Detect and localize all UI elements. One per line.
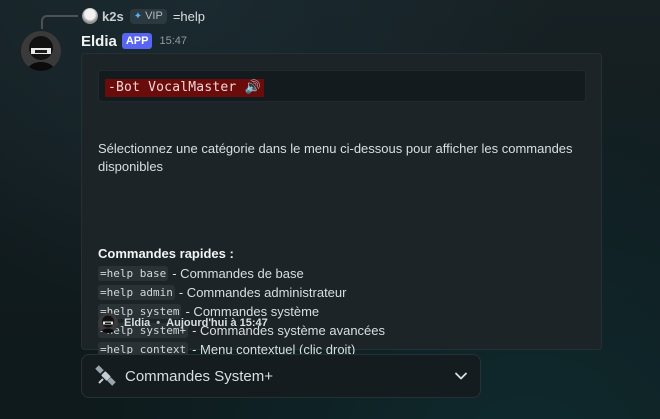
footer-avatar-image <box>98 313 118 333</box>
command-description: - Commandes de base <box>172 266 304 281</box>
embed-footer: Eldia • Aujourd'hui à 15:47 <box>98 313 268 333</box>
chevron-down-icon <box>455 372 467 380</box>
embed-title-codeblock: -Bot VocalMaster 🔊 <box>98 70 586 102</box>
app-badge: APP <box>121 33 153 49</box>
reply-username[interactable]: k2s <box>102 9 124 24</box>
footer-separator: • <box>156 317 161 329</box>
leaf-icon: ✦ <box>133 10 143 22</box>
author-avatar-image <box>21 31 61 71</box>
quick-commands-list: =help base - Commandes de base =help admi… <box>98 264 588 359</box>
author-username[interactable]: Eldia <box>81 33 117 50</box>
select-menu-value: Commandes System+ <box>125 367 273 385</box>
help-embed: -Bot VocalMaster 🔊 Sélectionnez une caté… <box>81 53 602 357</box>
reply-message[interactable]: =help <box>173 9 205 24</box>
footer-avatar <box>98 313 118 333</box>
vip-role-badge[interactable]: ✦ VIP <box>129 8 167 24</box>
reply-preview[interactable]: k2s ✦ VIP =help <box>82 8 205 24</box>
footer-author: Eldia <box>124 317 151 329</box>
category-select-menu[interactable]: Commandes System+ <box>81 354 481 398</box>
command-row: =help admin - Commandes administrateur <box>98 283 588 302</box>
reply-avatar[interactable] <box>82 8 98 24</box>
message-header: Eldia APP 15:47 <box>81 31 187 51</box>
command-description: - Commandes administrateur <box>178 285 347 300</box>
vip-badge-label: VIP <box>145 10 163 22</box>
quick-commands-title: Commandes rapides : <box>98 246 234 261</box>
author-avatar[interactable] <box>21 31 61 71</box>
reply-connector <box>41 15 78 29</box>
embed-title-code: -Bot VocalMaster 🔊 <box>105 79 264 97</box>
message-timestamp[interactable]: 15:47 <box>159 35 187 47</box>
satellite-icon <box>95 365 116 386</box>
command-code: =help admin <box>98 285 175 300</box>
command-code: =help base <box>98 266 169 281</box>
embed-description: Sélectionnez une catégorie dans le menu … <box>98 141 573 174</box>
command-row: =help base - Commandes de base <box>98 264 588 283</box>
footer-time: Aujourd'hui à 15:47 <box>166 317 268 329</box>
